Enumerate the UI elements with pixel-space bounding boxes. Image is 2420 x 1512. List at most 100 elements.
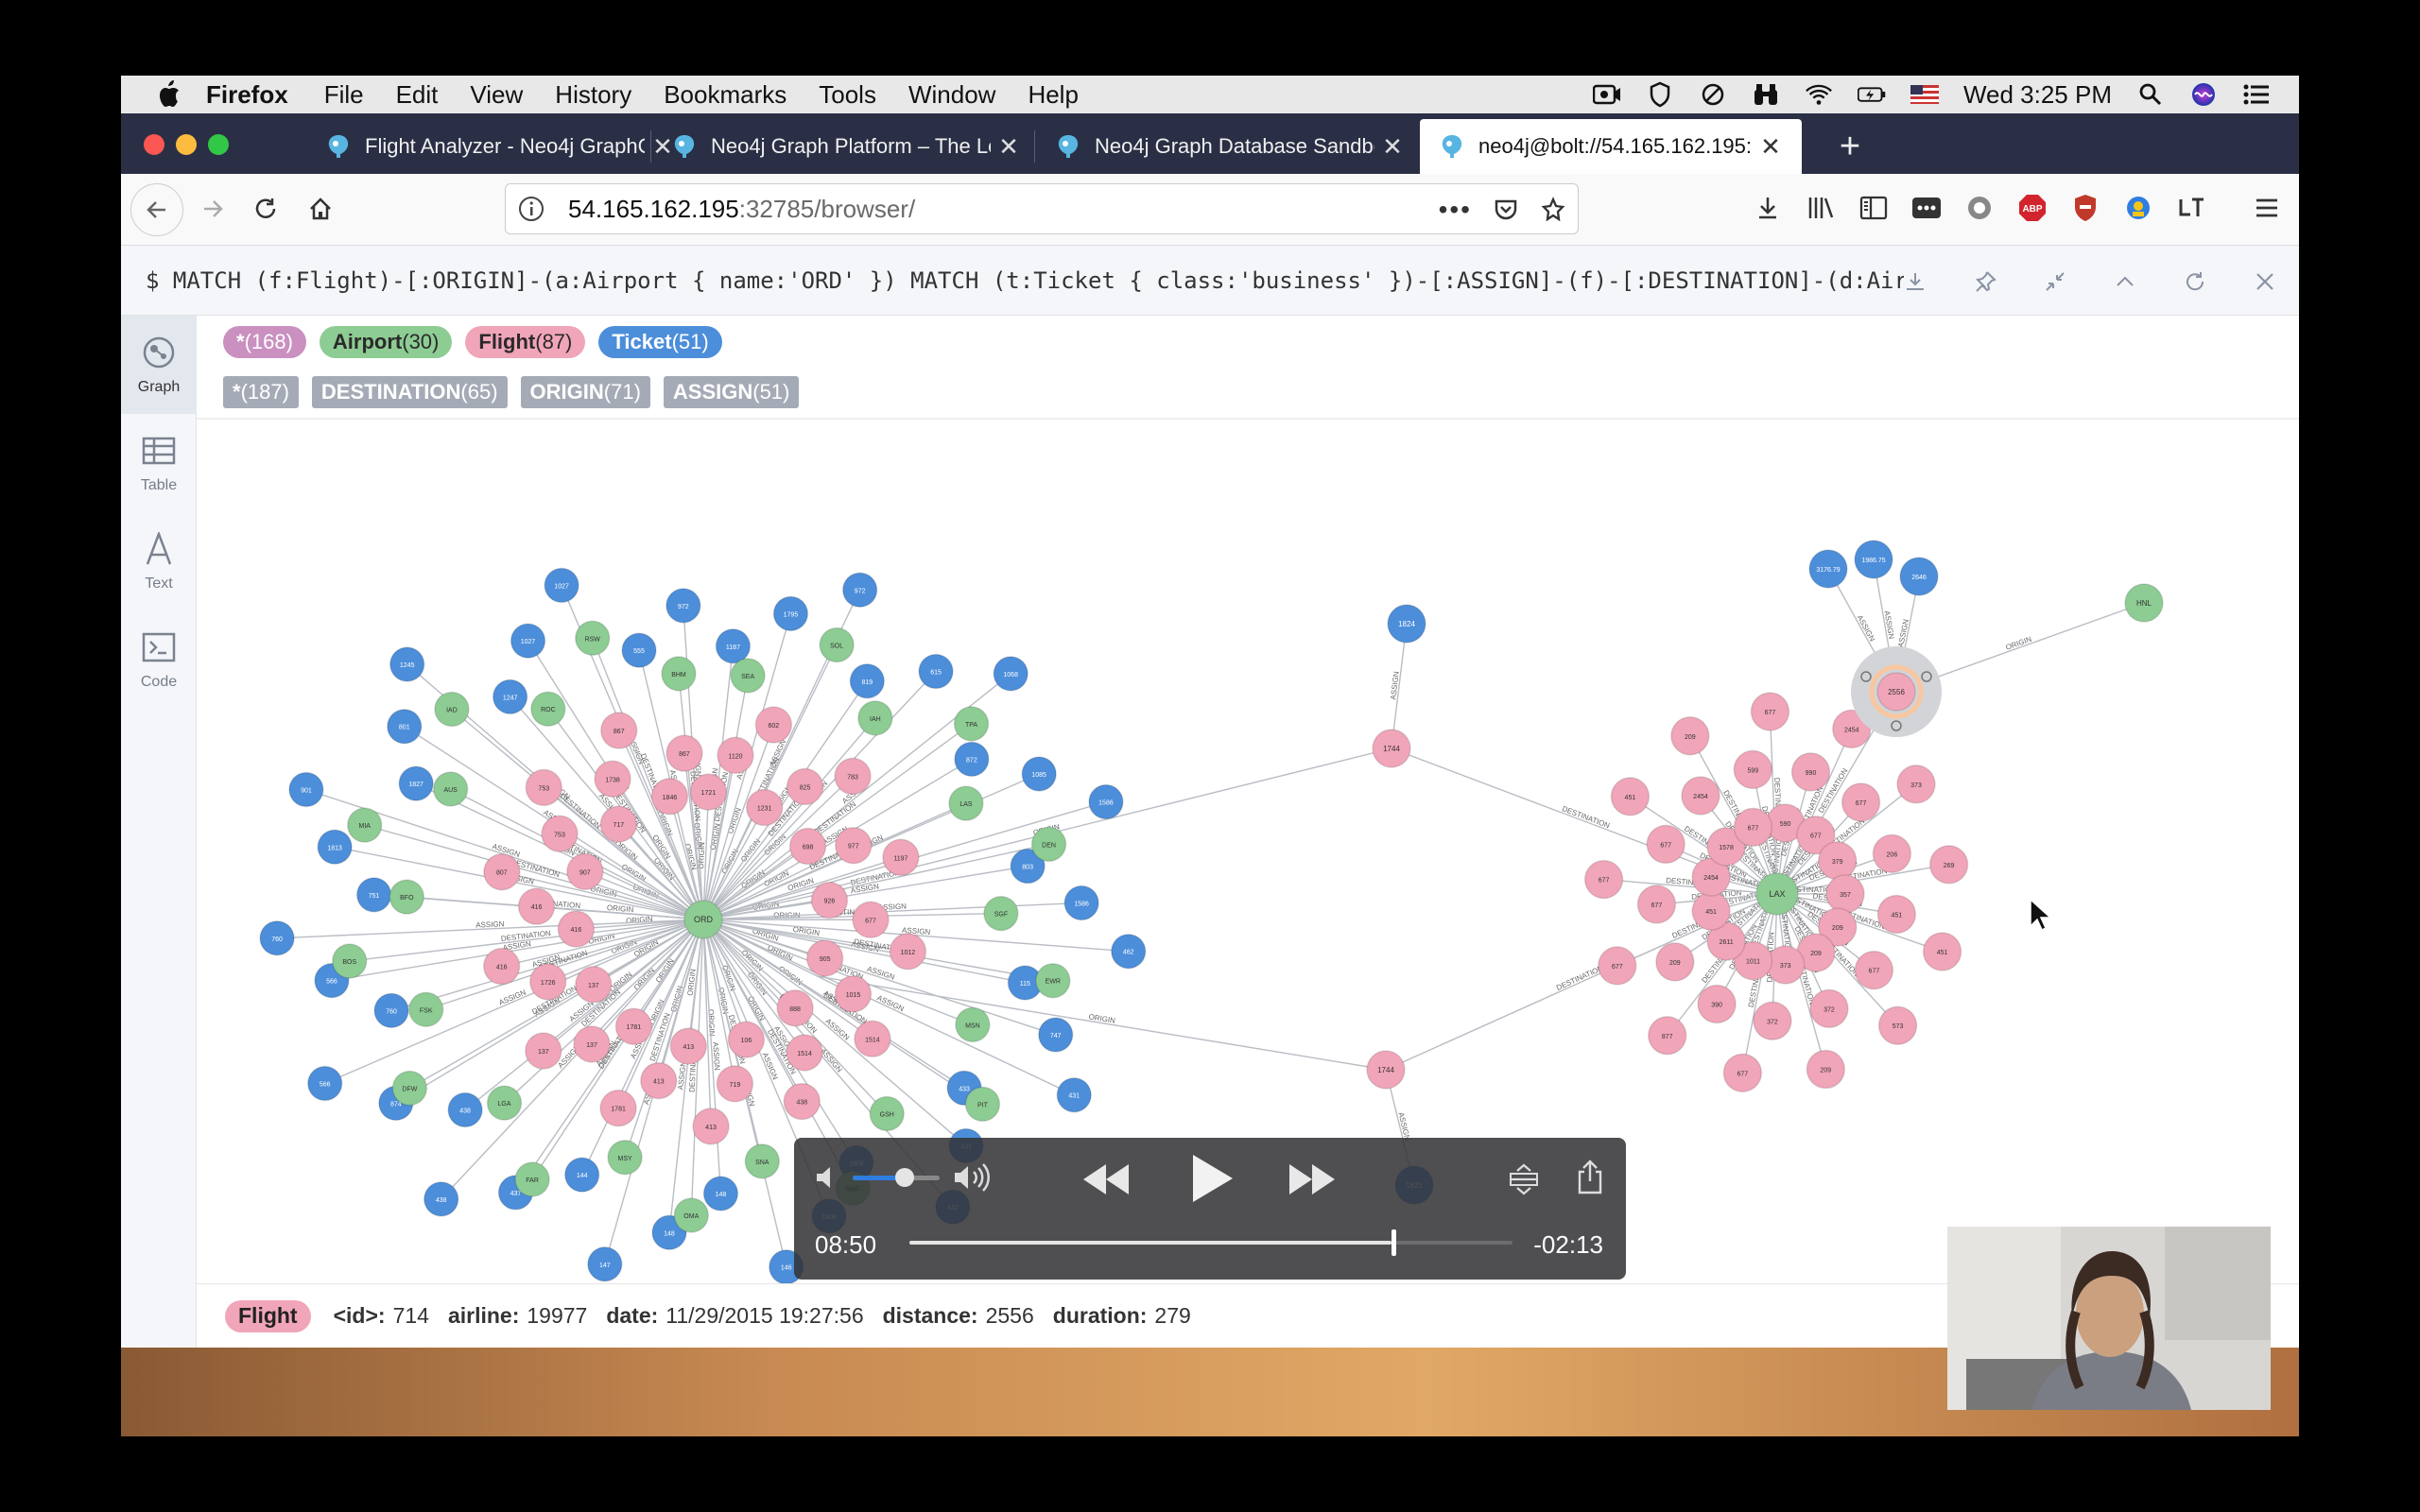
ticket-node[interactable]: 438 xyxy=(423,1181,459,1217)
do-not-disturb-icon[interactable] xyxy=(1699,81,1727,108)
legend-relationship-pill[interactable]: ORIGIN (71) xyxy=(520,376,650,408)
flight-node[interactable]: 269 xyxy=(1928,845,1969,885)
flight-node[interactable]: 783 xyxy=(834,757,872,796)
airport-node[interactable]: OMA xyxy=(673,1197,710,1233)
ublock-shield-icon[interactable] xyxy=(2068,191,2102,225)
flight-node[interactable]: 677 xyxy=(1646,824,1685,865)
volume-max-icon[interactable] xyxy=(953,1162,994,1193)
ticket-node[interactable]: 566 xyxy=(306,1065,343,1102)
ticket-node[interactable]: 3176.79 xyxy=(1808,549,1848,589)
flight-node[interactable]: 677 xyxy=(1636,885,1677,924)
ticket-node[interactable]: 431 xyxy=(1056,1076,1092,1113)
flight-node[interactable]: 877 xyxy=(1647,1016,1687,1056)
address-bar[interactable]: 54.165.162.195:32785/browser/ ••• xyxy=(505,183,1579,234)
airport-node[interactable]: BHM xyxy=(661,656,697,692)
airport-node[interactable]: LGA xyxy=(486,1085,523,1121)
back-button[interactable] xyxy=(130,183,183,236)
flight-node[interactable]: 106 xyxy=(727,1021,766,1058)
flight-node[interactable]: 451 xyxy=(1610,777,1651,816)
ticket-node[interactable]: 819 xyxy=(849,663,886,699)
flight-node[interactable]: 677 xyxy=(1598,946,1637,986)
pin-icon[interactable] xyxy=(1968,265,2002,299)
flight-node[interactable]: 390 xyxy=(1697,984,1737,1024)
airport-node[interactable]: DEN xyxy=(1030,826,1067,863)
chevron-up-icon[interactable] xyxy=(2108,265,2142,299)
flight-node[interactable]: 357 xyxy=(1825,874,1865,914)
flight-node[interactable]: 451 xyxy=(1691,891,1731,931)
us-flag-icon[interactable] xyxy=(1910,81,1939,108)
extension-bug-icon[interactable] xyxy=(2121,191,2155,225)
menu-tools[interactable]: Tools xyxy=(819,80,876,110)
airport-hub-node[interactable]: LAX xyxy=(1755,872,1799,916)
menu-help[interactable]: Help xyxy=(1028,80,1078,110)
flight-node[interactable]: 602 xyxy=(754,706,793,744)
flight-node[interactable]: 907 xyxy=(566,852,604,891)
flight-node[interactable]: 573 xyxy=(1877,1005,1918,1045)
airport-node[interactable]: GSH xyxy=(869,1095,905,1132)
ticket-node[interactable]: 1586 xyxy=(1088,783,1124,820)
flight-node[interactable]: 867 xyxy=(600,712,638,749)
play-icon[interactable] xyxy=(1187,1151,1235,1206)
ticket-node[interactable]: 1068 xyxy=(993,656,1028,692)
flight-node[interactable]: 807 xyxy=(483,852,521,891)
view-graph-button[interactable]: Graph xyxy=(121,316,197,414)
binoculars-icon[interactable] xyxy=(1752,81,1780,108)
volume-knob[interactable] xyxy=(895,1168,915,1187)
flight-node[interactable]: 137 xyxy=(575,966,613,1004)
menu-view[interactable]: View xyxy=(470,80,523,110)
ticket-node[interactable]: 1824 xyxy=(1387,604,1426,644)
legend-relationship-pill[interactable]: ASSIGN (51) xyxy=(663,376,800,408)
collapse-icon[interactable] xyxy=(2038,265,2072,299)
flight-node[interactable]: 1781 xyxy=(599,1089,637,1127)
flight-node[interactable]: 977 xyxy=(835,826,873,865)
ticket-node[interactable]: 1247 xyxy=(492,679,528,715)
flight-node[interactable]: 372 xyxy=(1753,1001,1792,1041)
tab-neo4j-platform[interactable]: Neo4j Graph Platform – The Lea ✕ xyxy=(652,119,1021,174)
spotlight-search-icon[interactable] xyxy=(2136,81,2165,108)
fast-forward-icon[interactable] xyxy=(1286,1160,1339,1198)
library-icon[interactable] xyxy=(1804,191,1838,225)
ticket-node[interactable]: 1986.75 xyxy=(1854,540,1893,579)
flight-node[interactable]: 1721 xyxy=(689,773,728,811)
page-actions-icon[interactable]: ••• xyxy=(1439,195,1472,225)
ticket-node[interactable]: 872 xyxy=(954,741,990,778)
ticket-node[interactable]: 1245 xyxy=(389,646,425,682)
close-tab-icon[interactable]: ✕ xyxy=(1758,134,1783,159)
flight-node[interactable]: 416 xyxy=(557,910,596,948)
window-close-button[interactable] xyxy=(144,134,164,155)
home-button[interactable] xyxy=(299,187,342,231)
ticket-node[interactable]: 760 xyxy=(373,992,409,1029)
airport-node[interactable]: FAR xyxy=(514,1161,550,1197)
airport-node[interactable]: SEA xyxy=(730,658,766,694)
selected-flight-node[interactable]: 2556 xyxy=(1876,672,1916,712)
flight-node[interactable]: 209 xyxy=(1655,942,1695,982)
flight-node[interactable]: 1726 xyxy=(528,963,567,1001)
legend-label-pill[interactable]: * (168) xyxy=(223,326,306,358)
flight-node[interactable]: 1744 xyxy=(1372,729,1411,768)
airport-node[interactable]: MIA xyxy=(346,807,383,843)
relationship-edge[interactable] xyxy=(816,975,1387,1071)
legend-label-pill[interactable]: Ticket (51) xyxy=(598,326,722,358)
volume-slider[interactable] xyxy=(853,1168,940,1187)
flight-node[interactable]: 753 xyxy=(525,768,563,807)
shield-icon[interactable] xyxy=(1646,81,1674,108)
flight-node[interactable]: 1120 xyxy=(717,736,754,775)
flight-node[interactable]: 1744 xyxy=(1366,1050,1406,1090)
airport-node[interactable]: AUS xyxy=(432,771,469,807)
close-tab-icon[interactable]: ✕ xyxy=(1380,134,1405,159)
legend-relationship-pill[interactable]: * (187) xyxy=(223,376,299,408)
tab-neo4j-sandbox[interactable]: Neo4j Graph Database Sandbox ✕ xyxy=(1036,119,1405,174)
flight-node[interactable]: 867 xyxy=(666,734,703,772)
siri-icon[interactable] xyxy=(2189,81,2218,108)
flight-node[interactable]: 1781 xyxy=(614,1007,653,1045)
sidebar-toggle-icon[interactable] xyxy=(1857,191,1891,225)
airport-node[interactable]: IAH xyxy=(857,700,893,736)
airport-node[interactable]: IAD xyxy=(434,691,470,728)
airport-node[interactable]: BFO xyxy=(389,879,425,915)
mute-icon[interactable] xyxy=(815,1164,839,1191)
flight-node[interactable]: 888 xyxy=(776,989,814,1027)
ticket-node[interactable]: 972 xyxy=(666,588,701,624)
info-icon[interactable] xyxy=(517,195,545,223)
flight-node[interactable]: 599 xyxy=(1733,749,1773,790)
view-table-button[interactable]: Table xyxy=(121,414,197,512)
